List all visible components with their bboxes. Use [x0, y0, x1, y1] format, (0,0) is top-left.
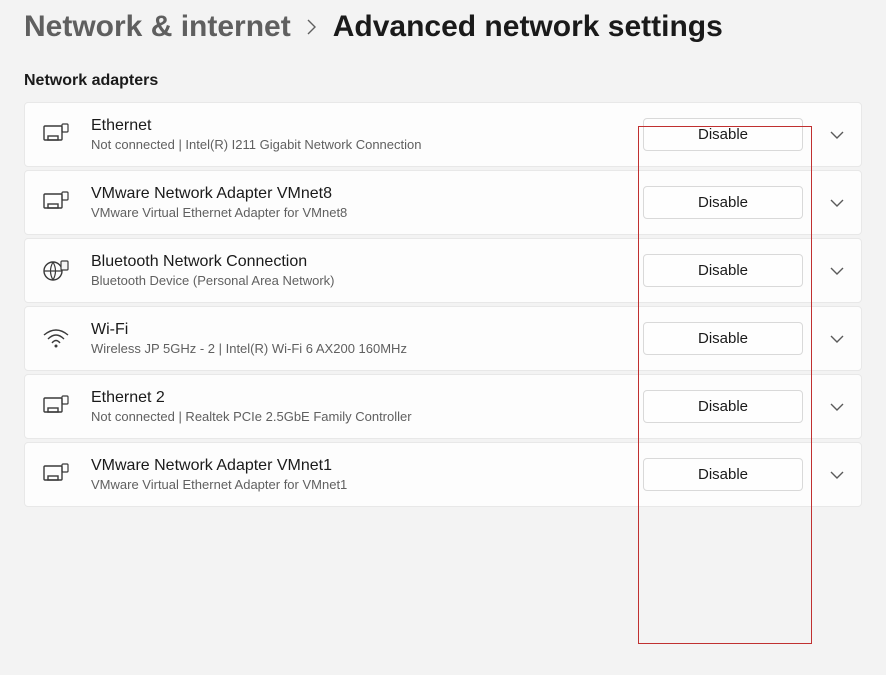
chevron-down-icon[interactable] — [827, 261, 847, 281]
adapter-title: Ethernet — [91, 117, 621, 135]
adapter-title: VMware Network Adapter VMnet1 — [91, 457, 621, 475]
adapter-row[interactable]: Wi-Fi Wireless JP 5GHz - 2 | Intel(R) Wi… — [24, 306, 862, 371]
chevron-down-icon[interactable] — [827, 397, 847, 417]
ethernet-icon — [43, 394, 69, 420]
adapter-row[interactable]: VMware Network Adapter VMnet1 VMware Vir… — [24, 442, 862, 507]
adapter-title: Wi-Fi — [91, 321, 621, 339]
disable-button[interactable]: Disable — [643, 118, 803, 151]
disable-button[interactable]: Disable — [643, 186, 803, 219]
chevron-down-icon[interactable] — [827, 125, 847, 145]
wifi-icon — [43, 326, 69, 352]
adapter-description: Not connected | Realtek PCIe 2.5GbE Fami… — [91, 409, 621, 424]
adapter-row[interactable]: Ethernet 2 Not connected | Realtek PCIe … — [24, 374, 862, 439]
adapter-list: Ethernet Not connected | Intel(R) I211 G… — [0, 102, 886, 507]
adapter-title: Bluetooth Network Connection — [91, 253, 621, 271]
breadcrumb-current: Advanced network settings — [333, 10, 723, 44]
adapter-description: Wireless JP 5GHz - 2 | Intel(R) Wi-Fi 6 … — [91, 341, 621, 356]
disable-button[interactable]: Disable — [643, 254, 803, 287]
bluetooth-network-icon — [43, 258, 69, 284]
disable-button[interactable]: Disable — [643, 390, 803, 423]
disable-button[interactable]: Disable — [643, 458, 803, 491]
chevron-right-icon — [307, 19, 317, 40]
adapter-description: Bluetooth Device (Personal Area Network) — [91, 273, 621, 288]
adapter-row[interactable]: Bluetooth Network Connection Bluetooth D… — [24, 238, 862, 303]
ethernet-icon — [43, 190, 69, 216]
adapter-description: Not connected | Intel(R) I211 Gigabit Ne… — [91, 137, 621, 152]
ethernet-icon — [43, 462, 69, 488]
breadcrumb-parent[interactable]: Network & internet — [24, 10, 291, 44]
adapter-title: VMware Network Adapter VMnet8 — [91, 185, 621, 203]
chevron-down-icon[interactable] — [827, 329, 847, 349]
disable-button[interactable]: Disable — [643, 322, 803, 355]
breadcrumb: Network & internet Advanced network sett… — [0, 10, 886, 72]
adapter-description: VMware Virtual Ethernet Adapter for VMne… — [91, 205, 621, 220]
adapter-title: Ethernet 2 — [91, 389, 621, 407]
adapter-row[interactable]: VMware Network Adapter VMnet8 VMware Vir… — [24, 170, 862, 235]
chevron-down-icon[interactable] — [827, 193, 847, 213]
adapter-description: VMware Virtual Ethernet Adapter for VMne… — [91, 477, 621, 492]
chevron-down-icon[interactable] — [827, 465, 847, 485]
section-heading: Network adapters — [0, 72, 886, 102]
ethernet-icon — [43, 122, 69, 148]
adapter-row[interactable]: Ethernet Not connected | Intel(R) I211 G… — [24, 102, 862, 167]
